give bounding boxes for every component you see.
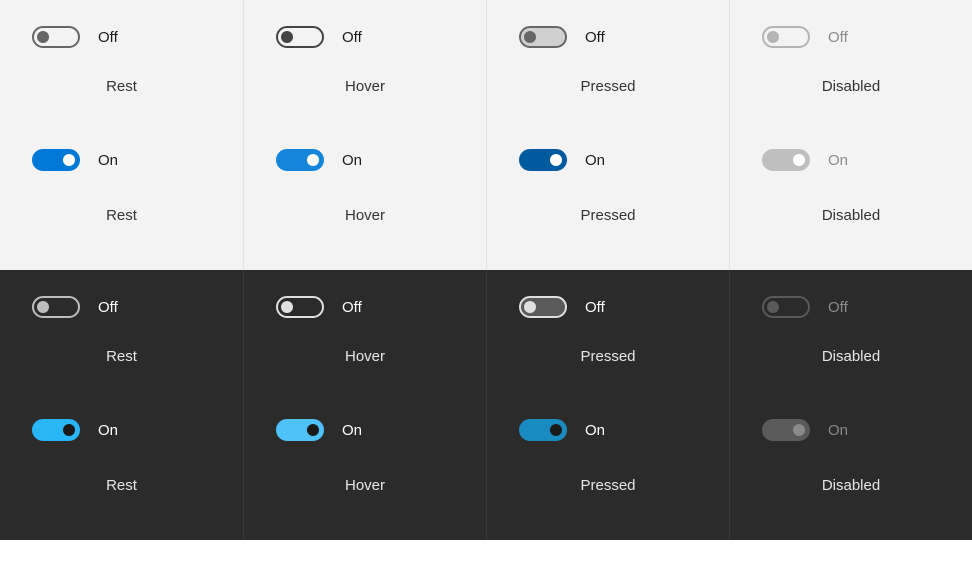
state-caption: Rest: [106, 348, 137, 365]
toggle-knob: [524, 31, 536, 43]
light-theme-panel: Off Rest On Rest Off Hover On Hover Off …: [0, 0, 972, 270]
state-caption: Hover: [345, 78, 385, 95]
toggle-switch[interactable]: [276, 296, 324, 318]
state-caption: Disabled: [822, 207, 880, 224]
column-hover: Off Hover On Hover: [243, 270, 486, 540]
toggle-row-off-pressed: Off: [487, 270, 729, 330]
toggle-label: On: [585, 422, 605, 439]
toggle-label: Off: [98, 299, 118, 316]
toggle-knob: [63, 154, 75, 166]
toggle-switch[interactable]: [519, 419, 567, 441]
toggle-label: Off: [98, 29, 118, 46]
toggle-switch[interactable]: [519, 296, 567, 318]
column-pressed: Off Pressed On Pressed: [486, 0, 729, 270]
toggle-row-off-hover: Off: [244, 0, 486, 60]
state-caption: Disabled: [822, 78, 880, 95]
toggle-knob: [793, 154, 805, 166]
toggle-knob: [524, 301, 536, 313]
state-caption: Disabled: [822, 477, 880, 494]
state-caption: Hover: [345, 348, 385, 365]
toggle-row-on-hover: On: [244, 129, 486, 189]
toggle-label: On: [585, 152, 605, 169]
toggle-knob: [767, 301, 779, 313]
toggle-switch: [762, 149, 810, 171]
state-caption: Pressed: [580, 78, 635, 95]
toggle-row-on-disabled: On: [730, 399, 972, 459]
toggle-label: On: [98, 152, 118, 169]
toggle-row-off-rest: Off: [0, 0, 243, 60]
toggle-label: On: [342, 422, 362, 439]
state-caption: Rest: [106, 207, 137, 224]
toggle-knob: [550, 424, 562, 436]
toggle-switch[interactable]: [32, 419, 80, 441]
toggle-label: On: [98, 422, 118, 439]
toggle-switch[interactable]: [32, 149, 80, 171]
toggle-row-off-disabled: Off: [730, 270, 972, 330]
toggle-label: Off: [585, 299, 605, 316]
column-disabled: Off Disabled On Disabled: [729, 270, 972, 540]
toggle-switch[interactable]: [32, 296, 80, 318]
toggle-row-on-rest: On: [0, 129, 243, 189]
toggle-row-on-hover: On: [244, 399, 486, 459]
toggle-label: Off: [342, 29, 362, 46]
toggle-switch: [762, 296, 810, 318]
toggle-switch[interactable]: [519, 26, 567, 48]
toggle-row-on-pressed: On: [487, 129, 729, 189]
toggle-switch: [762, 419, 810, 441]
toggle-row-off-disabled: Off: [730, 0, 972, 60]
toggle-switch: [762, 26, 810, 48]
column-hover: Off Hover On Hover: [243, 0, 486, 270]
toggle-row-off-rest: Off: [0, 270, 243, 330]
toggle-row-off-pressed: Off: [487, 0, 729, 60]
toggle-row-on-disabled: On: [730, 129, 972, 189]
toggle-knob: [307, 154, 319, 166]
state-caption: Pressed: [580, 348, 635, 365]
toggle-knob: [281, 31, 293, 43]
toggle-knob: [37, 301, 49, 313]
toggle-label: On: [342, 152, 362, 169]
toggle-label: Off: [828, 299, 848, 316]
toggle-row-on-pressed: On: [487, 399, 729, 459]
state-caption: Disabled: [822, 348, 880, 365]
toggle-row-on-rest: On: [0, 399, 243, 459]
toggle-label: On: [828, 422, 848, 439]
state-caption: Pressed: [580, 207, 635, 224]
toggle-switch[interactable]: [32, 26, 80, 48]
toggle-label: Off: [585, 29, 605, 46]
column-rest: Off Rest On Rest: [0, 270, 243, 540]
toggle-knob: [767, 31, 779, 43]
column-disabled: Off Disabled On Disabled: [729, 0, 972, 270]
dark-theme-panel: Off Rest On Rest Off Hover On Hover Off …: [0, 270, 972, 540]
toggle-knob: [281, 301, 293, 313]
column-rest: Off Rest On Rest: [0, 0, 243, 270]
toggle-knob: [63, 424, 75, 436]
toggle-knob: [550, 154, 562, 166]
toggle-switch[interactable]: [276, 26, 324, 48]
state-caption: Rest: [106, 477, 137, 494]
toggle-switch[interactable]: [276, 149, 324, 171]
toggle-knob: [307, 424, 319, 436]
toggle-label: Off: [342, 299, 362, 316]
state-caption: Hover: [345, 477, 385, 494]
toggle-knob: [793, 424, 805, 436]
toggle-label: Off: [828, 29, 848, 46]
state-caption: Hover: [345, 207, 385, 224]
toggle-label: On: [828, 152, 848, 169]
toggle-switch[interactable]: [519, 149, 567, 171]
toggle-knob: [37, 31, 49, 43]
state-caption: Pressed: [580, 477, 635, 494]
toggle-row-off-hover: Off: [244, 270, 486, 330]
toggle-switch[interactable]: [276, 419, 324, 441]
state-caption: Rest: [106, 78, 137, 95]
column-pressed: Off Pressed On Pressed: [486, 270, 729, 540]
